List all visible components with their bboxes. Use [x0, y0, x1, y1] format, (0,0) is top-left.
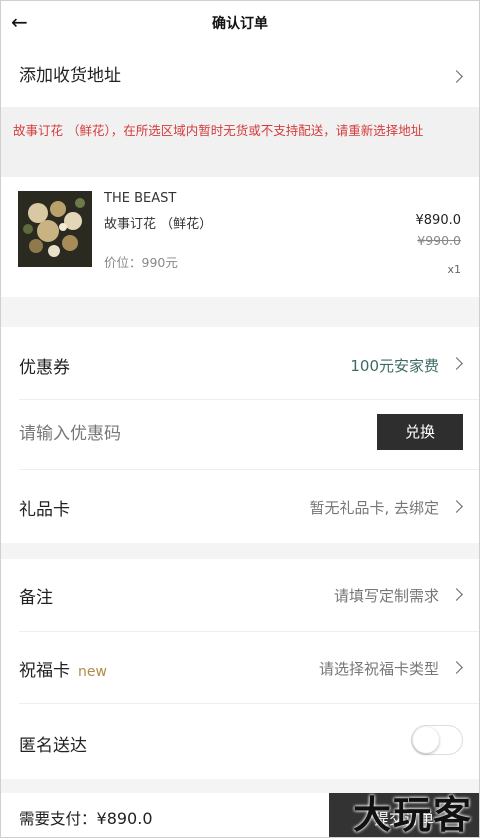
chevron-right-icon	[450, 588, 463, 601]
divider	[19, 399, 479, 400]
giftcard-value: 暂无礼品卡, 去绑定	[309, 499, 439, 517]
giftcard-row[interactable]: 礼品卡 暂无礼品卡, 去绑定	[1, 469, 479, 543]
chevron-right-icon	[450, 70, 463, 83]
blessing-card-row[interactable]: 祝福卡 new 请选择祝福卡类型	[1, 631, 479, 703]
blessing-card-label-text: 祝福卡	[19, 661, 70, 681]
coupon-row[interactable]: 优惠券 100元安家费	[1, 327, 479, 399]
page-title: 确认订单	[212, 16, 268, 32]
coupon-value: 100元安家费	[350, 357, 439, 375]
note-value: 请填写定制需求	[333, 587, 439, 605]
divider	[19, 631, 479, 632]
note-row[interactable]: 备注 请填写定制需求	[1, 559, 479, 631]
giftcard-label: 礼品卡	[19, 500, 70, 520]
delivery-warning: 故事订花 （鲜花），在所选区域内暂时无货或不支持配送，请重新选择地址	[1, 107, 479, 177]
note-label: 备注	[19, 588, 53, 608]
payment-summary: 需要支付：¥890.0	[19, 807, 153, 829]
chevron-right-icon	[450, 661, 463, 674]
product-card: THE BEAST 故事订花 （鲜花） 价位：990元 ¥890.0 ¥990.…	[1, 177, 479, 297]
new-badge: new	[78, 664, 107, 680]
blessing-card-value: 请选择祝福卡类型	[318, 660, 439, 678]
anonymous-delivery-row: 匿名送达	[1, 703, 479, 779]
chevron-right-icon	[450, 500, 463, 513]
add-address-row[interactable]: 添加收货地址	[1, 45, 479, 107]
divider	[19, 703, 479, 704]
promo-code-row: 请输入优惠码 兑换	[1, 399, 479, 469]
product-thumbnail	[18, 191, 92, 267]
divider	[19, 469, 479, 470]
top-bar: ← 确认订单	[1, 1, 479, 45]
promo-code-input[interactable]: 请输入优惠码	[19, 419, 121, 444]
delivery-warning-text: 故事订花 （鲜花），在所选区域内暂时无货或不支持配送，请重新选择地址	[13, 123, 424, 138]
pay-label: 需要支付：	[19, 810, 97, 828]
product-original-price: ¥990.0	[417, 233, 461, 248]
chevron-right-icon	[450, 357, 463, 370]
watermark-logo: 大玩客	[352, 793, 473, 837]
toggle-knob	[413, 727, 439, 753]
product-name: THE BEAST	[104, 191, 177, 206]
blessing-card-label: 祝福卡 new	[19, 656, 107, 681]
add-address-label: 添加收货地址	[19, 66, 121, 86]
redeem-button[interactable]: 兑换	[377, 414, 463, 450]
coupon-label: 优惠券	[19, 358, 70, 378]
pay-amount: ¥890.0	[96, 809, 153, 828]
product-price-tier: 价位：990元	[104, 255, 178, 270]
anonymous-delivery-label: 匿名送达	[19, 736, 87, 756]
product-subtitle: 故事订花 （鲜花）	[104, 217, 213, 232]
screen: ← 确认订单 添加收货地址 故事订花 （鲜花），在所选区域内暂时无货或不支持配送…	[0, 0, 480, 838]
product-quantity: x1	[447, 263, 461, 276]
anonymous-delivery-toggle[interactable]	[411, 725, 463, 755]
product-price: ¥890.0	[415, 213, 462, 228]
